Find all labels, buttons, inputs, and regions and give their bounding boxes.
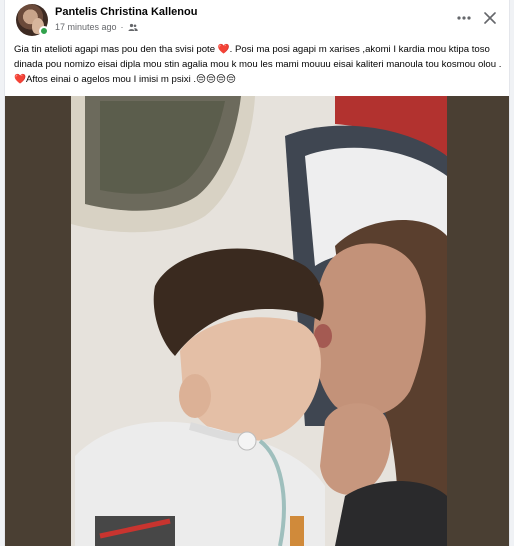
online-status-icon [39,26,49,36]
friends-icon [128,23,138,31]
post-timestamp[interactable]: 17 minutes ago [55,22,117,32]
close-icon [484,12,496,24]
more-options-button[interactable] [452,8,476,28]
more-options-icon [457,16,471,20]
meta-separator: · [120,22,124,32]
post-photo[interactable] [5,96,509,546]
author-avatar[interactable] [16,4,49,36]
photo-image [5,96,509,546]
close-button[interactable] [478,6,502,30]
post-card: Pantelis Christina Kallenou 17 minutes a… [4,0,510,546]
post-text: Gia tin atelioti agapi mas pou den tha s… [14,44,502,85]
post-meta: 17 minutes ago · [55,22,138,32]
post-header: Pantelis Christina Kallenou 17 minutes a… [5,0,509,40]
author-name[interactable]: Pantelis Christina Kallenou [55,6,197,18]
